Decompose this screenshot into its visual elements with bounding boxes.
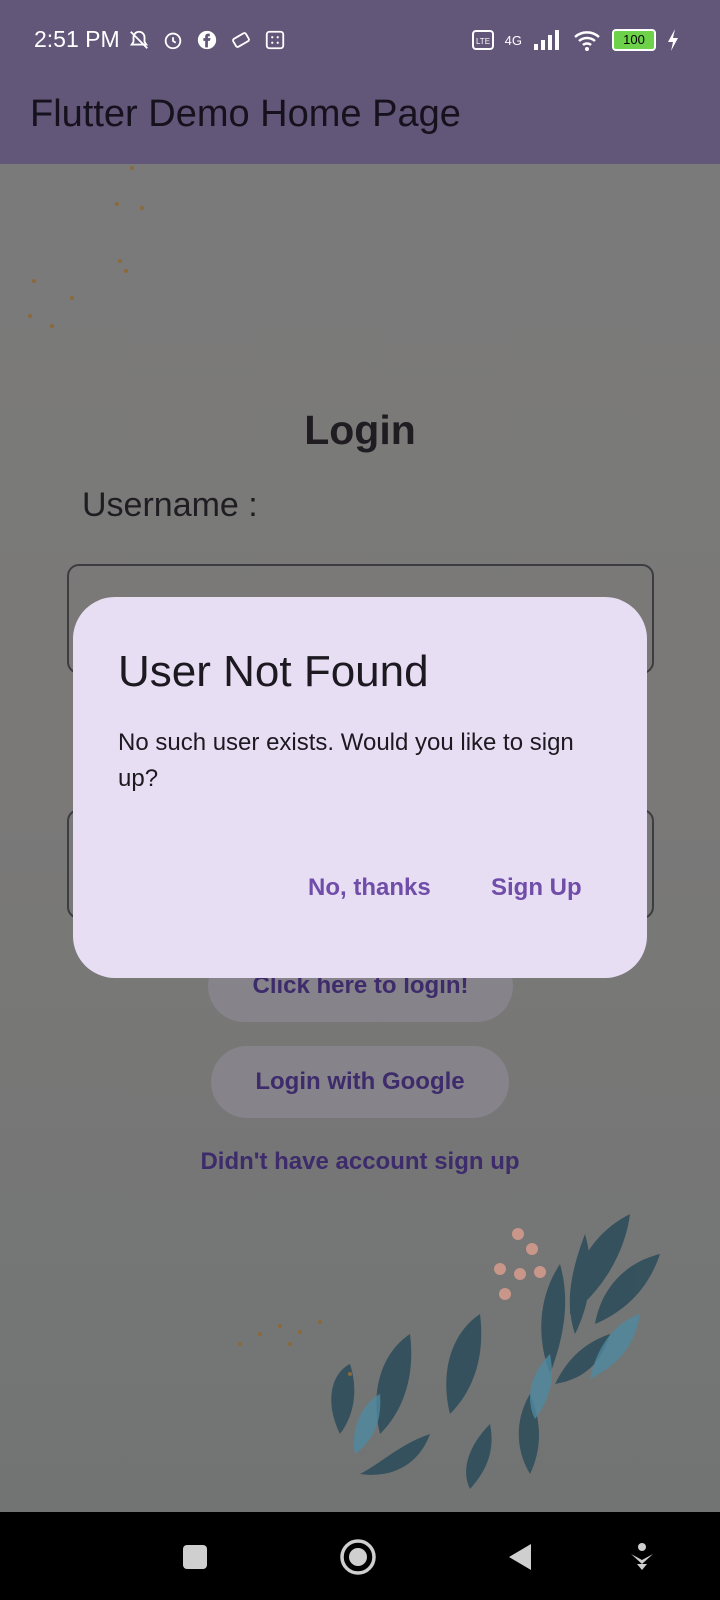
sign-up-button[interactable]: Sign Up [491,874,582,902]
recents-icon [183,1545,207,1569]
status-icons-right: LTE 4G 100 [471,24,680,56]
home-button[interactable] [338,1537,378,1577]
back-icon [509,1544,531,1570]
dialog-title: User Not Found [118,647,429,696]
accessibility-button[interactable] [622,1537,662,1577]
battery-level: 100 [623,32,645,47]
back-button[interactable] [500,1537,540,1577]
username-label: Username : [82,486,258,524]
app-bar: Flutter Demo Home Page [0,82,720,164]
charging-icon [668,29,678,51]
signup-link[interactable]: Didn't have account sign up [0,1148,720,1176]
wifi-icon [574,31,600,51]
volte-icon: LTE [471,30,494,50]
no-thanks-button[interactable]: No, thanks [308,874,431,902]
user-not-found-dialog: User Not Found No such user exists. Woul… [73,597,647,978]
alarm-icon [164,32,182,50]
mute-icon [129,30,149,49]
status-bar: 2:51 PM LTE 4G 100 [0,0,720,82]
dialog-message: No such user exists. Would you like to s… [118,729,574,792]
recents-button[interactable] [175,1537,215,1577]
status-time: 2:51 PM [34,26,120,52]
app-bar-title: Flutter Demo Home Page [30,93,461,135]
signal-icon [534,30,559,50]
grid-icon [265,30,285,50]
foliage-decoration [238,1214,660,1489]
network-type: 4G [504,32,522,48]
accessibility-icon [631,1543,653,1570]
status-icons-left [128,26,286,54]
facebook-icon [197,30,217,50]
google-login-button[interactable]: Login with Google [211,1046,509,1118]
battery-icon: 100 [612,29,656,51]
svg-text:LTE: LTE [476,37,490,46]
login-title: Login [304,407,416,453]
gold-speckles-top [20,164,160,364]
home-icon [340,1539,376,1575]
navigation-bar [0,1512,720,1600]
ticket-icon [232,32,250,48]
